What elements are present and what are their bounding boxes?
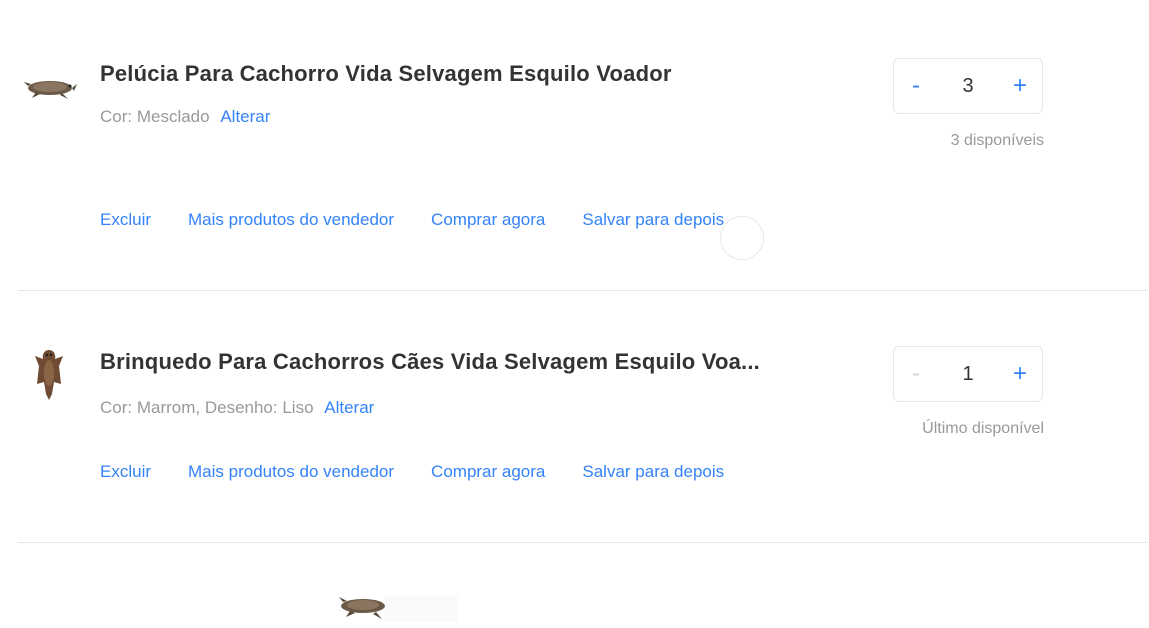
change-variant-link[interactable]: Alterar <box>220 107 270 126</box>
change-variant-link[interactable]: Alterar <box>324 398 374 417</box>
buy-now-link[interactable]: Comprar agora <box>431 462 545 482</box>
product-variant: Cor: Mesclado Alterar <box>100 107 270 127</box>
decrement-button[interactable]: - <box>906 362 926 386</box>
item-actions: Excluir Mais produtos do vendedor Compra… <box>100 462 724 482</box>
quantity-stepper: - 1 + <box>893 346 1043 402</box>
delete-link[interactable]: Excluir <box>100 210 151 230</box>
quantity-value[interactable]: 1 <box>962 363 973 386</box>
variant-text: Cor: Marrom, Desenho: Liso <box>100 398 314 417</box>
quantity-value[interactable]: 3 <box>962 75 973 98</box>
item-actions: Excluir Mais produtos do vendedor Compra… <box>100 210 724 230</box>
product-image[interactable] <box>22 70 78 106</box>
increment-button[interactable]: + <box>1010 74 1030 98</box>
cart-item: Brinquedo Para Cachorros Cães Vida Selva… <box>0 291 1149 542</box>
drag-preview-image <box>339 596 458 622</box>
buy-now-link[interactable]: Comprar agora <box>431 210 545 230</box>
save-for-later-link[interactable]: Salvar para depois <box>582 462 724 482</box>
increment-button[interactable]: + <box>1010 362 1030 386</box>
product-title[interactable]: Brinquedo Para Cachorros Cães Vida Selva… <box>100 349 760 375</box>
loading-spinner-icon <box>720 216 764 260</box>
seller-products-link[interactable]: Mais produtos do vendedor <box>188 210 394 230</box>
product-image[interactable] <box>32 346 66 402</box>
delete-link[interactable]: Excluir <box>100 462 151 482</box>
save-for-later-link[interactable]: Salvar para depois <box>582 210 724 230</box>
variant-text: Cor: Mesclado <box>100 107 210 126</box>
product-title[interactable]: Pelúcia Para Cachorro Vida Selvagem Esqu… <box>100 61 672 87</box>
item-divider <box>18 542 1148 543</box>
decrement-button[interactable]: - <box>906 74 926 98</box>
cart-item: Pelúcia Para Cachorro Vida Selvagem Esqu… <box>0 0 1149 290</box>
quantity-stepper: - 3 + <box>893 58 1043 114</box>
stock-availability: Último disponível <box>922 420 1044 437</box>
stock-availability: 3 disponíveis <box>950 132 1044 149</box>
product-variant: Cor: Marrom, Desenho: Liso Alterar <box>100 398 374 418</box>
seller-products-link[interactable]: Mais produtos do vendedor <box>188 462 394 482</box>
